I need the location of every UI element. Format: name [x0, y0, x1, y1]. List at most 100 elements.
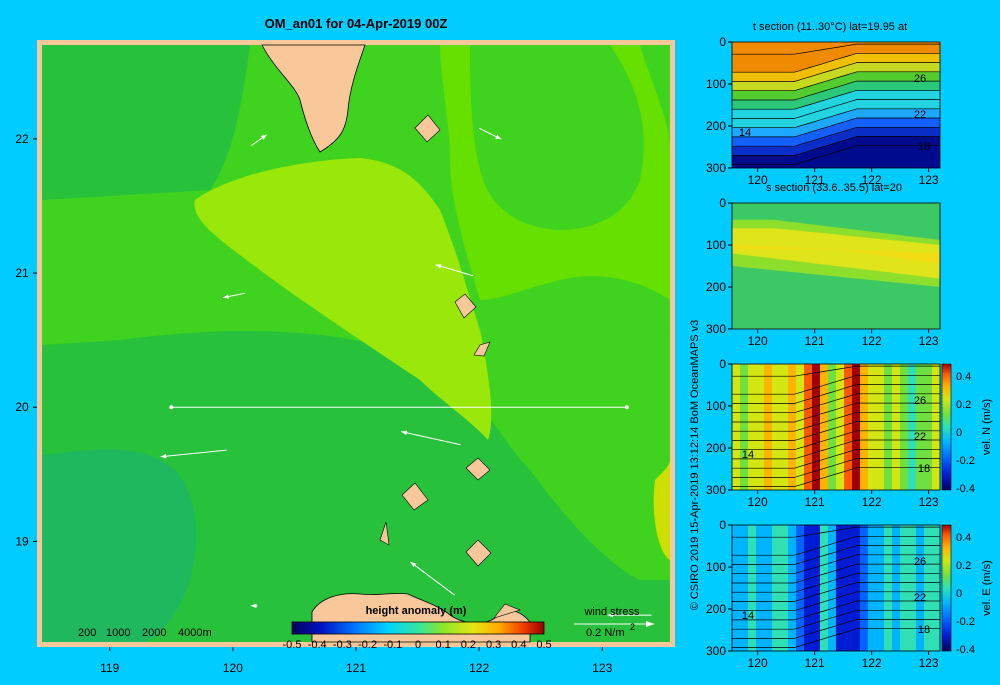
section-y-tick-label: 200	[706, 441, 726, 455]
map-y-tick-label: 21	[15, 266, 29, 280]
vel-contour-label: 18	[918, 463, 930, 475]
height-colorbar-tick-label: -0.2	[358, 639, 377, 651]
vel-column	[852, 525, 861, 651]
vel-column	[764, 525, 773, 651]
vel-column	[860, 364, 869, 490]
vel-colorbar-tick-label: -0.4	[956, 483, 975, 495]
s-section-title: s section (33.6..35.5) lat=20	[766, 182, 902, 194]
vel-colorbar-tick-label: -0.2	[956, 455, 975, 467]
vel-column	[932, 364, 940, 490]
vel-column	[884, 525, 893, 651]
vel-n-panel: 26 22 14 18 120 121 122 123 0 100 200 300 0.4 0.2 0 -…	[706, 357, 993, 509]
vel-contour-label: 14	[742, 610, 754, 622]
vel-column	[908, 364, 917, 490]
height-colorbar-tick-label: -0.4	[308, 639, 327, 651]
vel-contour-label: 26	[914, 556, 926, 568]
depth-legend-4000: 4000m	[178, 627, 212, 639]
vel-colorbar-tick-label: 0	[956, 427, 962, 439]
s-section-panel: 120 121 122 123 0 100 200 300 s section (33.6..…	[706, 182, 941, 348]
vel-contour-label: 18	[918, 624, 930, 636]
vel-column	[740, 364, 749, 490]
credit-text: © CSIRO 2019 15-Apr-2019 13:12:14 BoM Oc…	[689, 320, 701, 611]
vel-column	[868, 525, 877, 651]
vel-column	[780, 525, 789, 651]
vel-column	[892, 364, 901, 490]
map-x-tick-label: 119	[100, 661, 119, 675]
vel-column	[836, 525, 845, 651]
vel-column	[796, 364, 805, 490]
vel-column	[892, 525, 901, 651]
section-y-tick-label: 300	[706, 644, 726, 658]
t-section-bands	[732, 42, 940, 168]
vel-contour-label: 26	[914, 395, 926, 407]
vel-column	[756, 364, 765, 490]
section-y-tick-label: 200	[706, 119, 726, 133]
section-y-tick-label: 300	[706, 322, 726, 336]
vel-column	[732, 525, 741, 651]
map-y-tick-label: 19	[15, 534, 29, 548]
vel-n-colorbar	[941, 363, 952, 491]
vel-colorbar-tick-label: -0.4	[956, 644, 975, 656]
map-y-tick-label: 22	[15, 132, 29, 146]
height-colorbar-tick-label: 0.3	[486, 639, 501, 651]
figure-canvas: 119 120 121 122 12319202122 OM_an01 for 04-A…	[15, 16, 993, 675]
vel-column	[876, 364, 885, 490]
figure-root: 119 120 121 122 123 19 20 21 22 OM_an01 for 04-A…	[0, 0, 1000, 680]
depth-legend-200: 200	[78, 627, 96, 639]
section-x-tick-label: 123	[919, 334, 939, 348]
vel-column	[772, 364, 781, 490]
section-y-tick-label: 100	[706, 560, 726, 574]
t-contour-label: 14	[739, 127, 751, 139]
wind-legend-superscript: 2	[630, 622, 635, 632]
section-x-tick-label: 120	[748, 334, 768, 348]
section-x-tick-label: 120	[748, 656, 768, 670]
vel-n-bands	[732, 364, 940, 490]
section-line-start	[169, 405, 174, 410]
section-x-tick-label: 122	[862, 334, 882, 348]
vel-colorbar-tick-label: 0	[956, 588, 962, 600]
map-y-tick-label: 20	[15, 400, 29, 414]
map-panel: 119 120 121 122 12319202122 OM_an01 for 04-A…	[15, 16, 675, 675]
vel-colorbar-tick-label: 0.4	[956, 371, 971, 383]
vel-column	[732, 364, 741, 490]
depth-legend-2000: 2000	[142, 627, 166, 639]
vel-column	[884, 364, 893, 490]
section-x-tick-label: 120	[748, 173, 768, 187]
height-colorbar-tick-label: -0.5	[283, 639, 302, 651]
vel-column	[796, 525, 805, 651]
depth-legend-1000: 1000	[106, 627, 130, 639]
section-y-tick-label: 0	[719, 196, 726, 210]
t-contour-label: 26	[914, 73, 926, 85]
section-x-tick-label: 121	[805, 334, 825, 348]
vel-column	[756, 525, 765, 651]
section-y-tick-label: 200	[706, 280, 726, 294]
vel-column	[876, 525, 885, 651]
vel-column	[868, 364, 877, 490]
height-colorbar-tick-label: 0.2	[461, 639, 476, 651]
vel-colorbar-tick-label: 0.2	[956, 560, 971, 572]
vel-column	[852, 364, 861, 490]
section-y-tick-label: 300	[706, 483, 726, 497]
ocean-eddy-east	[541, 290, 665, 374]
s-section-bands	[732, 203, 940, 329]
vel-column	[908, 525, 917, 651]
vel-colorbar-tick-label: 0.4	[956, 532, 971, 544]
vel-column	[748, 525, 757, 651]
section-x-tick-label: 123	[919, 173, 939, 187]
height-colorbar-tick-label: -0.3	[333, 639, 352, 651]
vel-column	[820, 364, 829, 490]
vel-column	[836, 364, 845, 490]
vel-column	[764, 364, 773, 490]
section-y-tick-label: 200	[706, 602, 726, 616]
height-colorbar-tick-label: 0.1	[436, 639, 451, 651]
vel-column	[740, 525, 749, 651]
section-x-tick-label: 120	[748, 495, 768, 509]
section-y-tick-label: 100	[706, 399, 726, 413]
map-x-tick-label: 120	[223, 661, 243, 675]
t-section-panel: t section (11..30°C) lat=19.95 at 26 22 14…	[706, 21, 941, 187]
t-contour-label: 22	[914, 109, 926, 121]
height-colorbar-bar	[291, 621, 545, 635]
ocean-region-sw-deep	[42, 449, 197, 642]
map-x-tick-label: 122	[469, 661, 489, 675]
section-y-tick-label: 100	[706, 77, 726, 91]
